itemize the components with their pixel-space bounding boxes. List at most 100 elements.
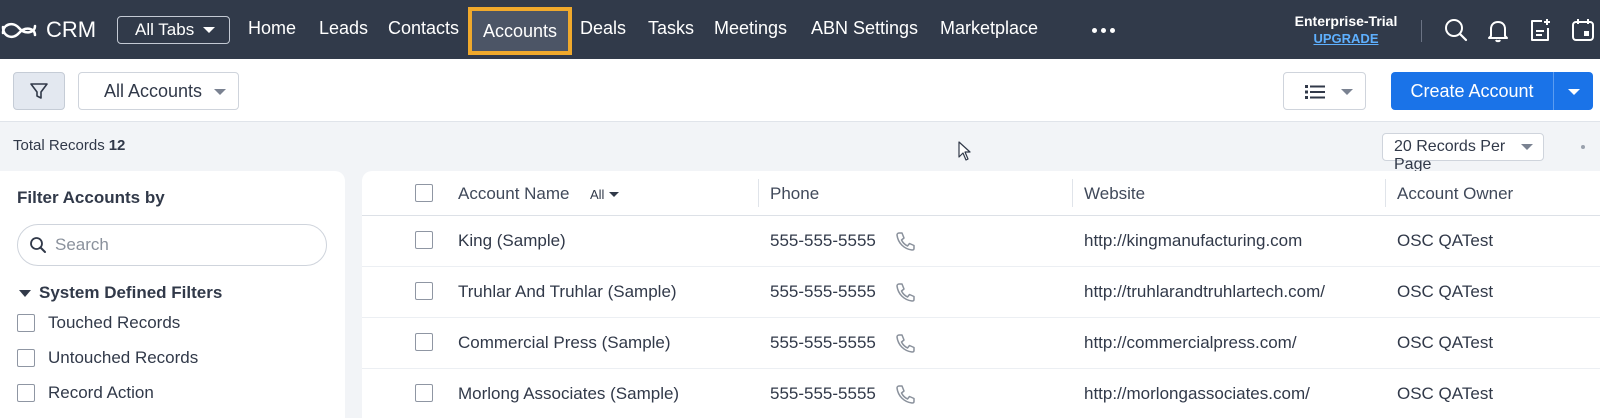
row-checkbox[interactable] [415,384,433,402]
add-note-icon[interactable] [1527,17,1553,43]
crm-logo[interactable]: CRM [0,15,96,45]
records-per-page-dropdown[interactable]: 20 Records Per Page [1382,133,1544,173]
row-checkbox[interactable] [415,333,433,351]
phone-cell: 555-555-5555 [770,231,876,250]
column-phone[interactable]: Phone [770,184,819,204]
website-cell[interactable]: http://commercialpress.com/ [1084,333,1297,353]
row-checkbox[interactable] [415,282,433,300]
nav-divider [1421,20,1422,42]
filter-checkbox[interactable] [17,384,35,402]
all-tabs-dropdown[interactable]: All Tabs [117,16,230,44]
edition-label: Enterprise-Trial [1294,13,1398,29]
row-checkbox[interactable] [415,231,433,249]
tab-marketplace[interactable]: Marketplace [940,18,1038,39]
owner-cell: OSC QATest [1397,333,1494,352]
crm-logo-icon [1,22,37,39]
phone-cell: 555-555-5555 [770,282,876,301]
total-records: Total Records 12 [13,137,125,154]
filter-checkbox[interactable] [17,314,35,332]
mouse-cursor-icon [958,141,971,161]
chevron-down-icon [214,89,226,95]
filter-item-label: Untouched Records [48,348,199,367]
tab-home[interactable]: Home [248,18,296,39]
tab-contacts[interactable]: Contacts [388,18,459,39]
chevron-down-icon [1521,144,1533,150]
phone-cell: 555-555-5555 [770,384,876,403]
column-divider[interactable] [758,179,759,207]
table-row[interactable]: Morlong Associates (Sample) 555-555-5555… [362,369,1600,418]
pagination-indicator [1581,145,1585,149]
accounts-table: Account Name All Phone Website Account O… [362,171,1600,418]
table-row[interactable]: King (Sample) 555-555-5555 http://kingma… [362,216,1600,267]
system-filters-toggle[interactable]: System Defined Filters [17,283,222,303]
crm-logo-text: CRM [46,17,97,42]
create-options-dropdown[interactable] [1553,72,1593,110]
owner-cell: OSC QATest [1397,282,1494,301]
filter-checkbox[interactable] [17,349,35,367]
list-toolbar: All Accounts Create Account [0,59,1600,122]
create-account-button[interactable]: Create Account [1391,72,1553,110]
tab-deals[interactable]: Deals [580,18,626,39]
tab-tasks[interactable]: Tasks [648,18,694,39]
funnel-icon [30,83,48,99]
filter-search-box[interactable] [17,224,327,266]
column-account-name[interactable]: Account Name [458,184,570,204]
tab-abn-settings[interactable]: ABN Settings [811,18,918,39]
search-icon [30,237,46,253]
table-row[interactable]: Truhlar And Truhlar (Sample) 555-555-555… [362,267,1600,318]
total-records-label: Total Records [13,137,105,154]
owner-cell: OSC QATest [1397,231,1494,250]
chevron-down-icon [1568,89,1580,95]
table-row[interactable]: Commercial Press (Sample) 555-555-5555 h… [362,318,1600,369]
all-tabs-label: All Tabs [135,20,195,39]
select-all-checkbox[interactable] [415,184,433,202]
total-records-count: 12 [108,137,126,154]
tab-leads[interactable]: Leads [319,18,368,39]
phone-cell: 555-555-5555 [770,333,876,352]
filter-item-label: Record Action [48,383,154,402]
bell-icon[interactable] [1485,17,1511,43]
website-cell[interactable]: http://kingmanufacturing.com [1084,231,1302,251]
system-filters-label: System Defined Filters [39,283,223,302]
search-icon[interactable] [1443,17,1469,43]
column-divider[interactable] [1385,179,1386,207]
account-name-cell[interactable]: Commercial Press (Sample) [458,333,671,353]
account-name-cell[interactable]: Morlong Associates (Sample) [458,384,679,404]
website-cell[interactable]: http://morlongassociates.com/ [1084,384,1310,404]
name-filter-dropdown[interactable]: All [590,187,620,202]
records-per-page-label: 20 Records Per Page [1394,138,1506,173]
column-account-owner[interactable]: Account Owner [1397,184,1513,204]
filter-search-input[interactable] [55,235,305,255]
account-name-cell[interactable]: Truhlar And Truhlar (Sample) [458,282,677,302]
filter-item-label: Touched Records [48,313,181,332]
list-view-toggle[interactable] [1283,72,1366,110]
top-nav-bar: CRM All Tabs Home Leads Contacts Account… [0,0,1600,59]
tab-meetings[interactable]: Meetings [714,18,787,39]
custom-view-label: All Accounts [104,80,203,101]
phone-icon[interactable] [894,383,916,405]
filter-panel: Filter Accounts by System Defined Filter… [0,171,345,418]
filter-item-record-action[interactable]: Record Action [17,383,154,403]
upgrade-link[interactable]: UPGRADE [1290,31,1402,46]
filter-panel-title: Filter Accounts by [17,188,165,207]
column-website[interactable]: Website [1084,184,1145,204]
create-account-label: Create Account [1410,80,1534,101]
filter-toggle-button[interactable] [13,72,65,110]
phone-icon[interactable] [894,281,916,303]
account-name-cell[interactable]: King (Sample) [458,231,566,251]
chevron-down-icon [203,27,216,33]
trial-info: Enterprise-Trial UPGRADE [1290,13,1402,46]
filter-item-untouched[interactable]: Untouched Records [17,348,198,368]
more-tabs-icon[interactable] [1092,28,1115,33]
calendar-icon[interactable] [1570,17,1596,43]
column-divider[interactable] [1072,179,1073,207]
table-header: Account Name All Phone Website Account O… [362,171,1600,216]
website-cell[interactable]: http://truhlarandtruhlartech.com/ [1084,282,1325,302]
phone-icon[interactable] [894,230,916,252]
phone-icon[interactable] [894,332,916,354]
list-icon [1305,85,1325,99]
custom-view-dropdown[interactable]: All Accounts [78,72,239,110]
tab-accounts[interactable]: Accounts [468,7,573,55]
chevron-down-icon [1341,89,1353,95]
filter-item-touched[interactable]: Touched Records [17,313,180,333]
